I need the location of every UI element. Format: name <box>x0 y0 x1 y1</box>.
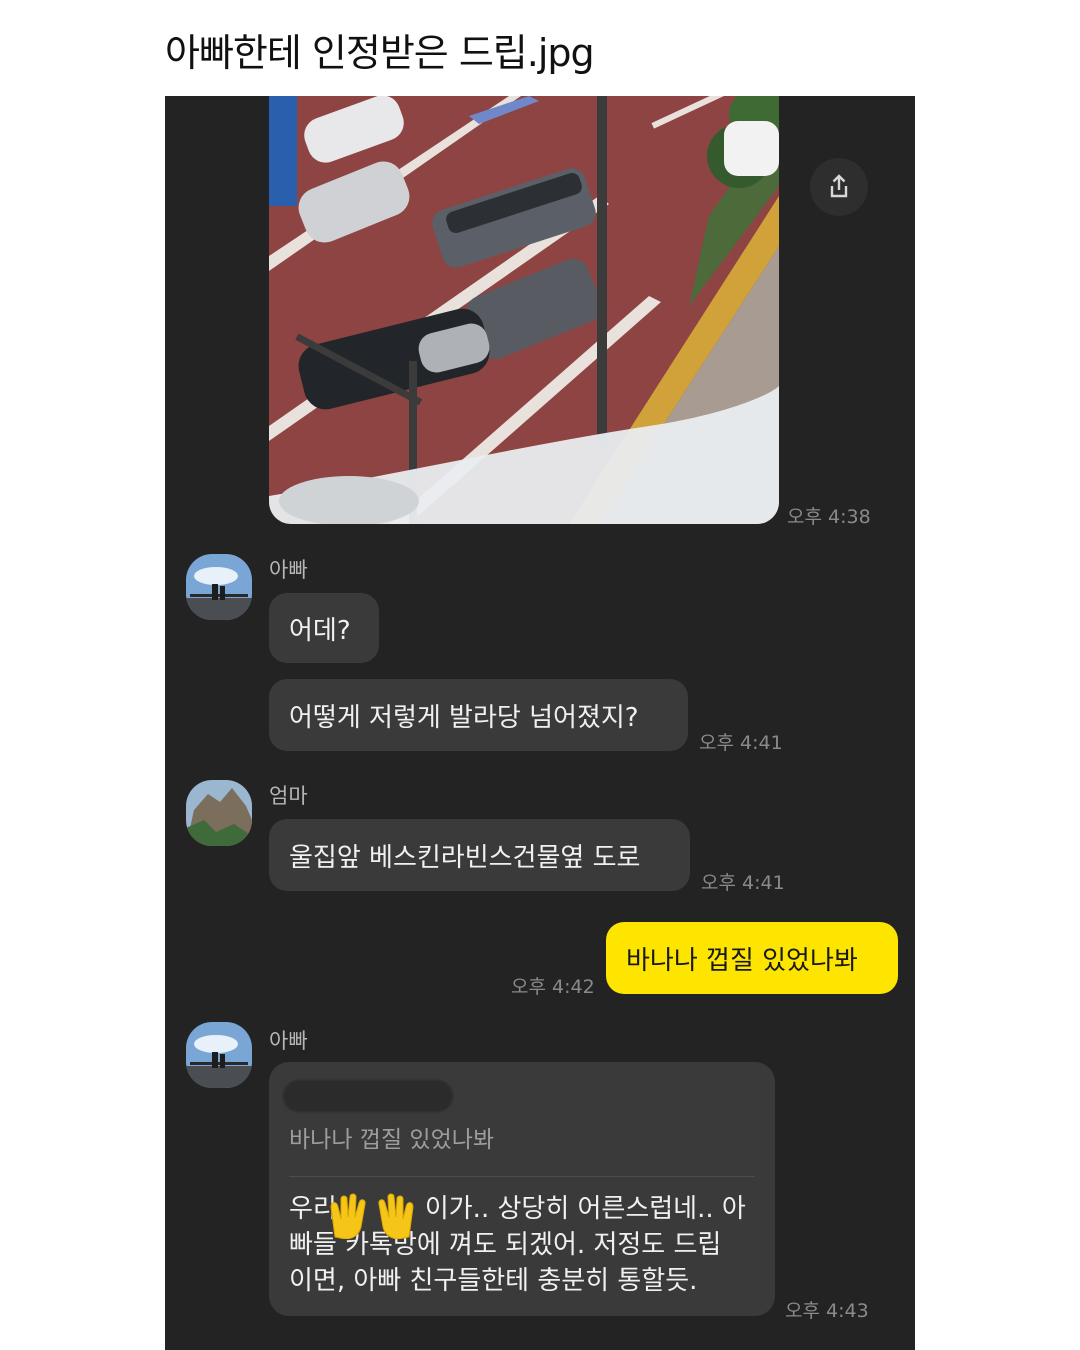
sender-name: 엄마 <box>269 784 308 808</box>
chat-screen: 오후 4:38 아빠 어데? 어떻게 저렇게 발라당 넘어졌지? 오후 4:41… <box>165 96 915 1350</box>
chat-bubble[interactable]: 울집앞 베스킨라빈스건물옆 도로 <box>269 819 690 891</box>
quoted-message: 바나나 껍질 있었나봐 <box>289 1127 495 1153</box>
chat-bubble[interactable]: 어데? <box>269 593 379 663</box>
avatar-dad[interactable] <box>186 1022 252 1088</box>
blurred-quoted-sender <box>283 1080 453 1112</box>
my-chat-bubble[interactable]: 바나나 껍질 있었나봐 <box>606 922 898 994</box>
chat-bubble[interactable]: 어떻게 저렇게 발라당 넘어졌지? <box>269 679 688 751</box>
avatar-mom[interactable] <box>186 780 252 846</box>
chat-photo[interactable] <box>269 96 779 524</box>
share-icon <box>830 174 848 198</box>
message-time: 오후 4:42 <box>511 976 595 998</box>
message-time: 오후 4:41 <box>699 732 783 754</box>
reply-line: 이면, 아빠 친구들한테 충분히 통할듯. <box>289 1266 698 1296</box>
sender-name: 아빠 <box>269 558 308 582</box>
reply-message: 우리 이가.. 상당히 어른스럽네.. 아 빠들 카톡방에 껴도 되겠어. 저정도… <box>289 1191 755 1299</box>
message-time: 오후 4:38 <box>787 506 871 528</box>
post-title: 아빠한테 인정받은 드립.jpg <box>165 31 595 75</box>
reply-divider <box>289 1176 755 1177</box>
message-time: 오후 4:43 <box>785 1300 869 1322</box>
share-button[interactable] <box>810 158 868 216</box>
avatar-dad[interactable] <box>186 554 252 620</box>
reply-bubble[interactable]: 바나나 껍질 있었나봐 우리 이가.. 상당히 어른스럽네.. 아 빠들 카톡방에… <box>269 1062 775 1316</box>
raising-hands-emoji <box>330 1193 414 1239</box>
sender-name: 아빠 <box>269 1029 308 1053</box>
message-time: 오후 4:41 <box>701 872 785 894</box>
